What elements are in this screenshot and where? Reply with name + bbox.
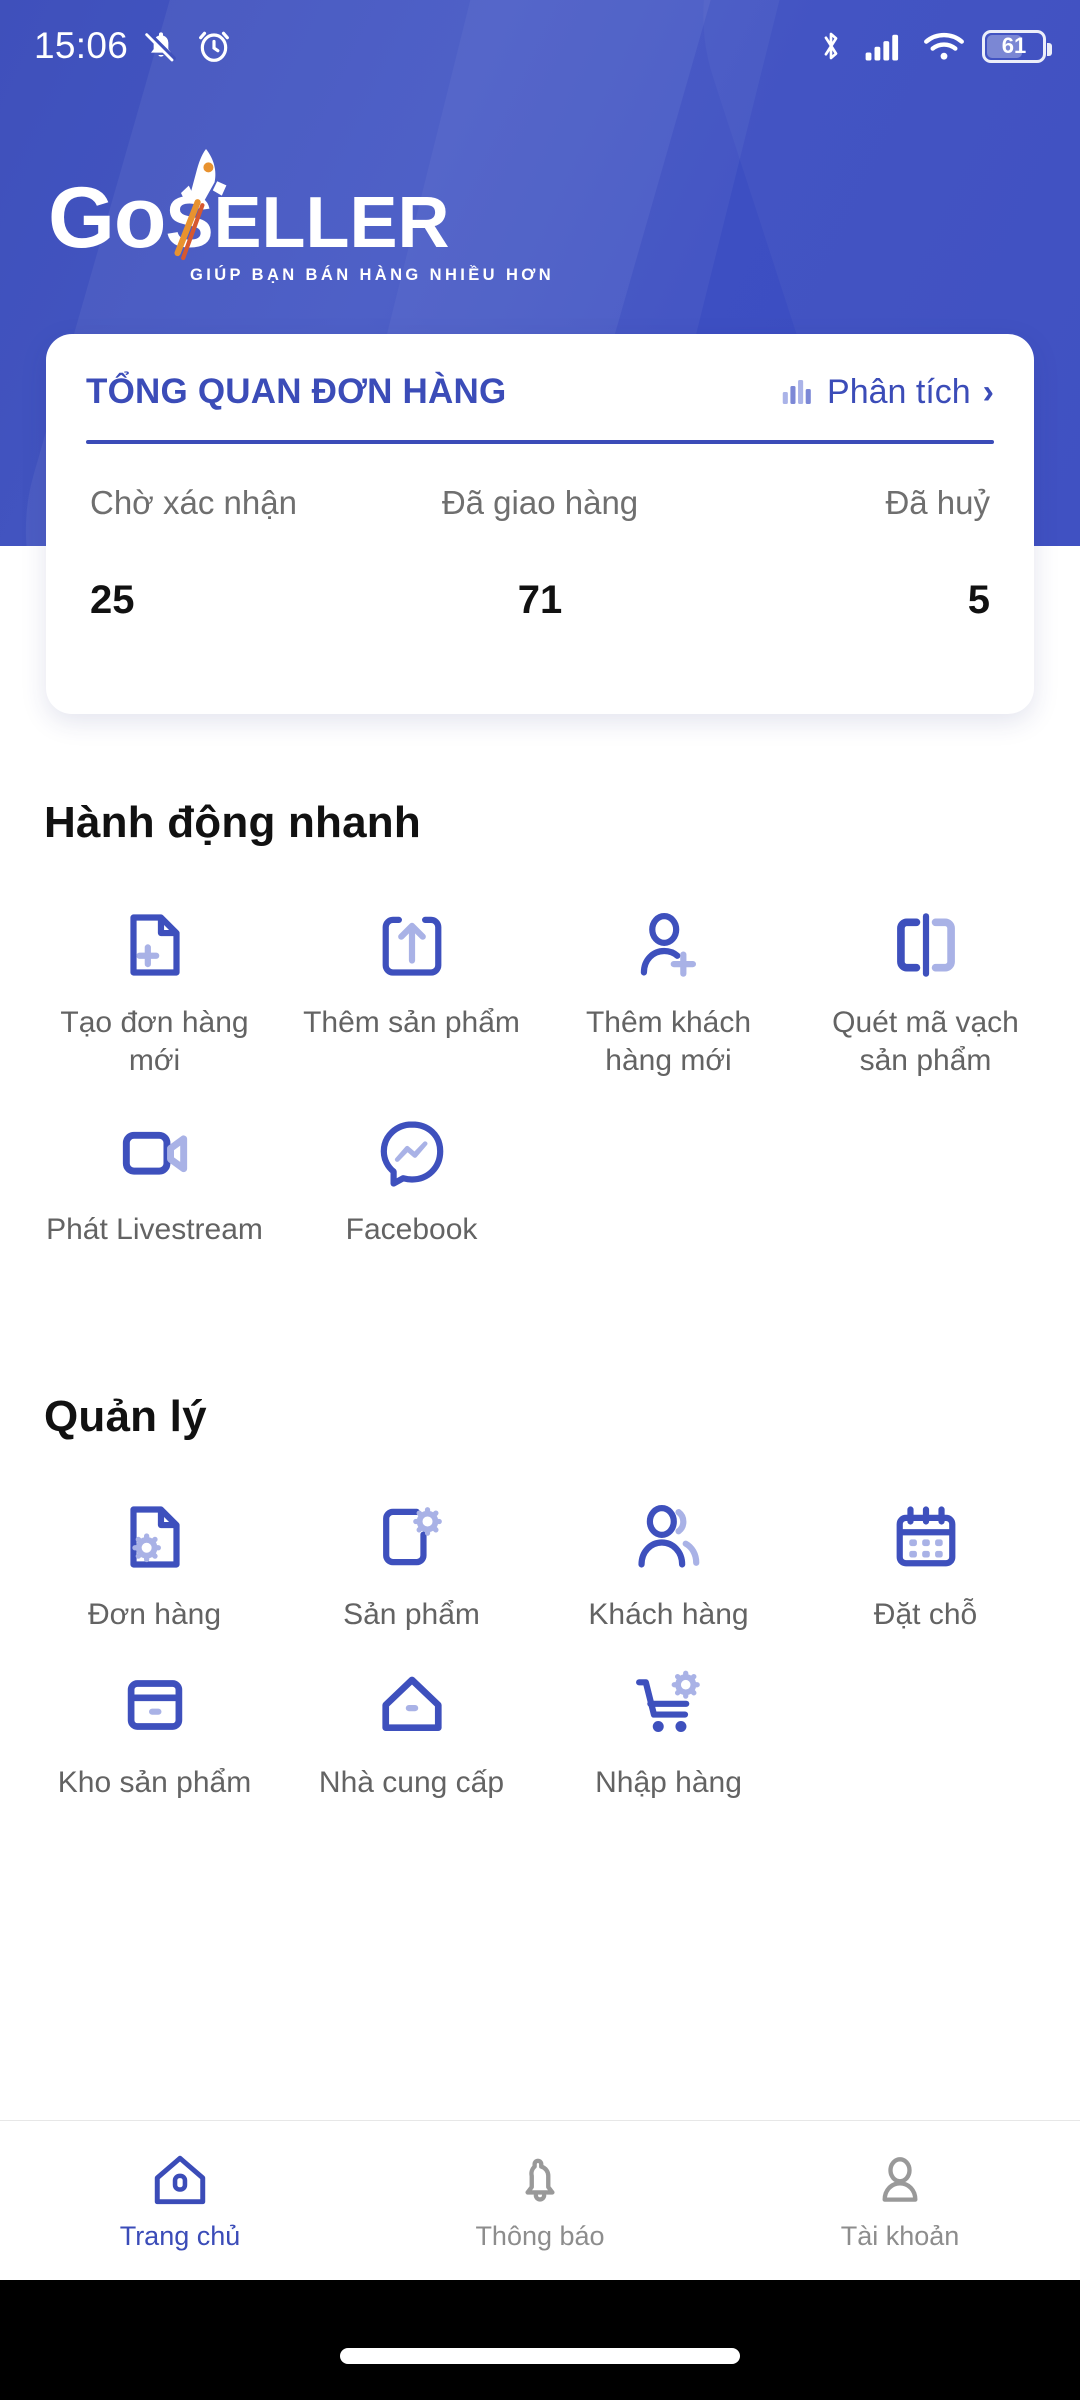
management-customers[interactable]: Khách hàng: [540, 1490, 797, 1634]
order-card-title: TỔNG QUAN ĐƠN HÀNG: [86, 372, 507, 411]
stat-label: Đã giao hàng: [441, 484, 639, 521]
stat-cancelled[interactable]: Đã huỷ 5: [690, 484, 994, 623]
battery-indicator: 61: [982, 29, 1052, 63]
logo-go-text: Go: [48, 170, 166, 266]
document-add-icon: [112, 898, 198, 992]
cart-gear-icon: [626, 1658, 712, 1752]
quick-action-label: Thêm sản phẩm: [303, 1006, 520, 1039]
person-icon: [882, 2157, 918, 2202]
stat-value: 71: [517, 578, 563, 622]
nav-item-home[interactable]: Trang chủ: [0, 2149, 360, 2252]
upload-box-icon: [369, 898, 455, 992]
document-gear-icon: [112, 1490, 198, 1584]
quick-action-livestream[interactable]: Phát Livestream: [26, 1105, 283, 1249]
rocket-icon: [174, 149, 227, 261]
bottom-navigation: Trang chủ Thông báo Tài khoản: [0, 2120, 1080, 2280]
stat-pending[interactable]: Chờ xác nhận 25: [86, 484, 390, 623]
users-icon: [626, 1490, 712, 1584]
management-orders[interactable]: Đơn hàng: [26, 1490, 283, 1634]
nav-label: Trang chủ: [119, 2221, 241, 2251]
management-label: Đặt chỗ: [873, 1598, 978, 1631]
quick-actions-title: Hành động nhanh: [44, 798, 421, 847]
quick-action-scan-barcode[interactable]: Quét mã vạch sản phẩm: [797, 898, 1054, 1081]
nav-item-account[interactable]: Tài khoản: [720, 2149, 1080, 2252]
status-bar-right: 61: [815, 27, 1052, 65]
barcode-scan-icon: [883, 898, 969, 992]
wifi-icon: [924, 33, 964, 60]
bell-icon: [525, 2158, 555, 2202]
quick-action-label: Facebook: [345, 1212, 478, 1246]
bar-chart-icon: [782, 380, 811, 404]
alarm-clock-icon: [199, 31, 230, 62]
management-purchase[interactable]: Nhập hàng: [540, 1658, 797, 1802]
quick-action-add-customer[interactable]: Thêm khách hàng mới: [540, 898, 797, 1081]
calendar-icon: [883, 1490, 969, 1584]
box-gear-icon: [369, 1490, 455, 1584]
app-screen: 15:06 61 Go SELLER GIÚP BẠN BÁN HÀNG NHI…: [0, 0, 1080, 2400]
management-supplier[interactable]: Nhà cung cấp: [283, 1658, 540, 1802]
quick-action-label: Quét mã vạch sản phẩm: [832, 1006, 1019, 1078]
supplier-house-icon: [369, 1658, 455, 1752]
status-bar: 15:06 61: [0, 0, 1080, 92]
user-add-icon: [626, 898, 712, 992]
stat-delivered[interactable]: Đã giao hàng 71: [390, 484, 690, 623]
stat-label: Đã huỷ: [885, 484, 990, 521]
nav-label: Thông báo: [475, 2221, 605, 2251]
stat-value: 25: [90, 578, 135, 622]
management-label: Khách hàng: [588, 1598, 749, 1631]
logo-wordmark: Go SELLER: [48, 149, 554, 266]
battery-percent-label: 61: [1001, 33, 1027, 58]
video-camera-icon: [112, 1105, 198, 1199]
management-label: Nhập hàng: [595, 1766, 742, 1800]
management-title: Quản lý: [44, 1392, 207, 1441]
messenger-icon: [369, 1105, 455, 1199]
order-card-divider: [86, 440, 994, 444]
cellular-signal-icon: [865, 34, 899, 61]
management-products[interactable]: Sản phẩm: [283, 1490, 540, 1634]
quick-action-add-product[interactable]: Thêm sản phẩm: [283, 898, 540, 1081]
order-stats-row: Chờ xác nhận 25 Đã giao hàng 71 Đã huỷ 5: [86, 484, 994, 623]
bluetooth-icon: [824, 32, 838, 60]
quick-actions-grid: Tạo đơn hàng mới Thêm sản phẩm Thêm khác…: [26, 898, 1054, 1273]
chevron-right-icon: ›: [982, 373, 994, 411]
home-icon: [154, 2155, 206, 2205]
analytics-link[interactable]: Phân tích ›: [779, 373, 994, 412]
status-bar-clock: 15:06: [34, 25, 129, 66]
nav-item-notifications[interactable]: Thông báo: [360, 2149, 720, 2252]
system-gesture-bar: [0, 2280, 1080, 2400]
order-card-header: TỔNG QUAN ĐƠN HÀNG Phân tích ›: [86, 372, 994, 412]
quick-action-create-order[interactable]: Tạo đơn hàng mới: [26, 898, 283, 1081]
analytics-link-label: Phân tích: [827, 372, 971, 411]
management-label: Đơn hàng: [87, 1598, 222, 1631]
quick-action-label: Phát Livestream: [46, 1212, 263, 1246]
management-label: Nhà cung cấp: [318, 1766, 505, 1800]
gesture-pill[interactable]: [340, 2348, 740, 2364]
order-overview-card: TỔNG QUAN ĐƠN HÀNG Phân tích › Chờ xác n…: [46, 334, 1034, 714]
warehouse-drawer-icon: [112, 1658, 198, 1752]
management-warehouse[interactable]: Kho sản phẩm: [26, 1658, 283, 1802]
nav-label: Tài khoản: [840, 2221, 960, 2251]
stat-value: 5: [967, 578, 990, 622]
status-bar-left: 15:06: [34, 25, 234, 67]
quick-action-facebook[interactable]: Facebook: [283, 1105, 540, 1249]
management-grid: Đơn hàng Sản phẩm Khách hàng Đặt chỗ Kho…: [26, 1490, 1054, 1827]
management-booking[interactable]: Đặt chỗ: [797, 1490, 1054, 1634]
bell-muted-icon: [145, 30, 176, 62]
brand-logo: Go SELLER GIÚP BẠN BÁN HÀNG NHIỀU HƠN: [48, 149, 554, 285]
quick-action-label: Thêm khách hàng mới: [585, 1006, 752, 1078]
quick-action-label: Tạo đơn hàng mới: [60, 1006, 249, 1078]
management-label: Kho sản phẩm: [57, 1766, 252, 1800]
management-label: Sản phẩm: [343, 1598, 480, 1631]
stat-label: Chờ xác nhận: [90, 484, 297, 521]
